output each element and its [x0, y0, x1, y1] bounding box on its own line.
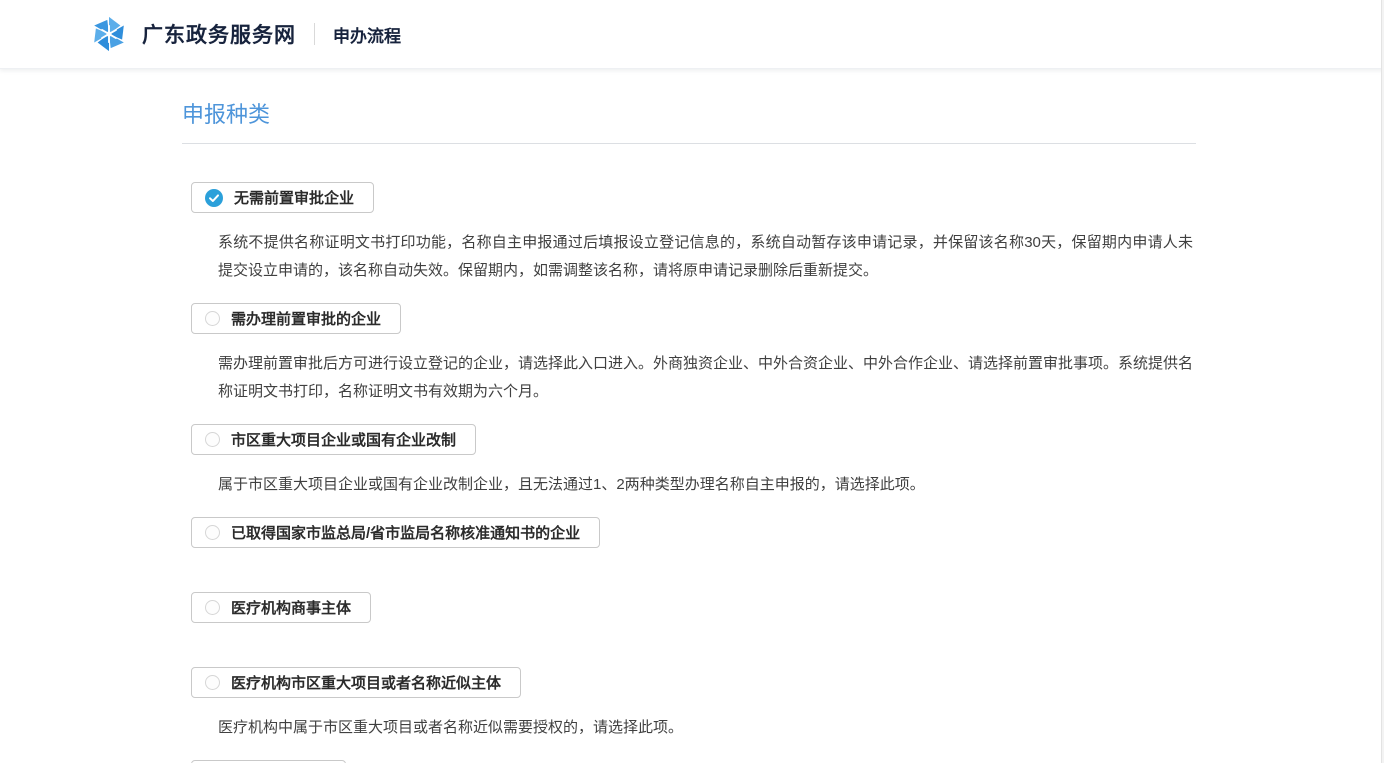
option-button-major-project-or-soe[interactable]: 市区重大项目企业或国有企业改制: [191, 424, 476, 455]
radio-unchecked-icon: [205, 675, 220, 690]
option-label: 无需前置审批企业: [234, 187, 354, 208]
option-label: 医疗机构市区重大项目或者名称近似主体: [231, 672, 501, 693]
option-description: 医疗机构中属于市区重大项目或者名称近似需要授权的，请选择此项。: [218, 714, 1193, 742]
radio-unchecked-icon: [205, 432, 220, 447]
option-group-medical-major-project: 医疗机构市区重大项目或者名称近似主体 医疗机构中属于市区重大项目或者名称近似需要…: [191, 667, 1196, 742]
declaration-type-options: 无需前置审批企业 系统不提供名称证明文书打印功能，名称自主申报通过后填报设立登记…: [191, 182, 1196, 763]
option-group-approved-name-notice: 已取得国家市监总局/省市监局名称核准通知书的企业: [191, 517, 1196, 548]
option-description: 需办理前置审批后方可进行设立登记的企业，请选择此入口进入。外商独资企业、中外合资…: [218, 350, 1193, 406]
app-header: 广东政务服务网 申办流程: [0, 0, 1384, 69]
option-label: 已取得国家市监总局/省市监局名称核准通知书的企业: [231, 522, 580, 543]
title-divider: [182, 143, 1196, 144]
header-nav-title: 申办流程: [333, 22, 401, 47]
radio-unchecked-icon: [205, 600, 220, 615]
radio-unchecked-icon: [205, 311, 220, 326]
option-description: 系统不提供名称证明文书打印功能，名称自主申报通过后填报设立登记信息的，系统自动暂…: [218, 229, 1193, 285]
header-divider: [314, 23, 315, 45]
radio-unchecked-icon: [205, 525, 220, 540]
option-label: 需办理前置审批的企业: [231, 308, 381, 329]
option-label: 医疗机构商事主体: [231, 597, 351, 618]
option-button-approved-name-notice[interactable]: 已取得国家市监总局/省市监局名称核准通知书的企业: [191, 517, 600, 548]
pinwheel-logo-icon: [90, 15, 128, 53]
option-button-no-prior-approval[interactable]: 无需前置审批企业: [191, 182, 374, 213]
option-group-prior-approval: 需办理前置审批的企业 需办理前置审批后方可进行设立登记的企业，请选择此入口进入。…: [191, 303, 1196, 406]
main-content: 申报种类 无需前置审批企业 系统不提供名称证明文书打印功能，名称自主申报通过后填…: [0, 101, 1384, 763]
page-title: 申报种类: [182, 101, 1196, 129]
option-group-medical-commercial-entity: 医疗机构商事主体: [191, 592, 1196, 623]
option-description: 属于市区重大项目企业或国有企业改制企业，且无法通过1、2两种类型办理名称自主申报…: [218, 471, 1193, 499]
option-label: 市区重大项目企业或国有企业改制: [231, 429, 456, 450]
option-button-medical-major-project[interactable]: 医疗机构市区重大项目或者名称近似主体: [191, 667, 521, 698]
option-button-prior-approval[interactable]: 需办理前置审批的企业: [191, 303, 401, 334]
site-logo-text[interactable]: 广东政务服务网: [142, 19, 296, 49]
option-button-medical-commercial-entity[interactable]: 医疗机构商事主体: [191, 592, 371, 623]
option-group-no-prior-approval: 无需前置审批企业 系统不提供名称证明文书打印功能，名称自主申报通过后填报设立登记…: [191, 182, 1196, 285]
radio-checked-icon: [205, 189, 223, 207]
option-group-major-project-or-soe: 市区重大项目企业或国有企业改制 属于市区重大项目企业或国有企业改制企业，且无法通…: [191, 424, 1196, 499]
